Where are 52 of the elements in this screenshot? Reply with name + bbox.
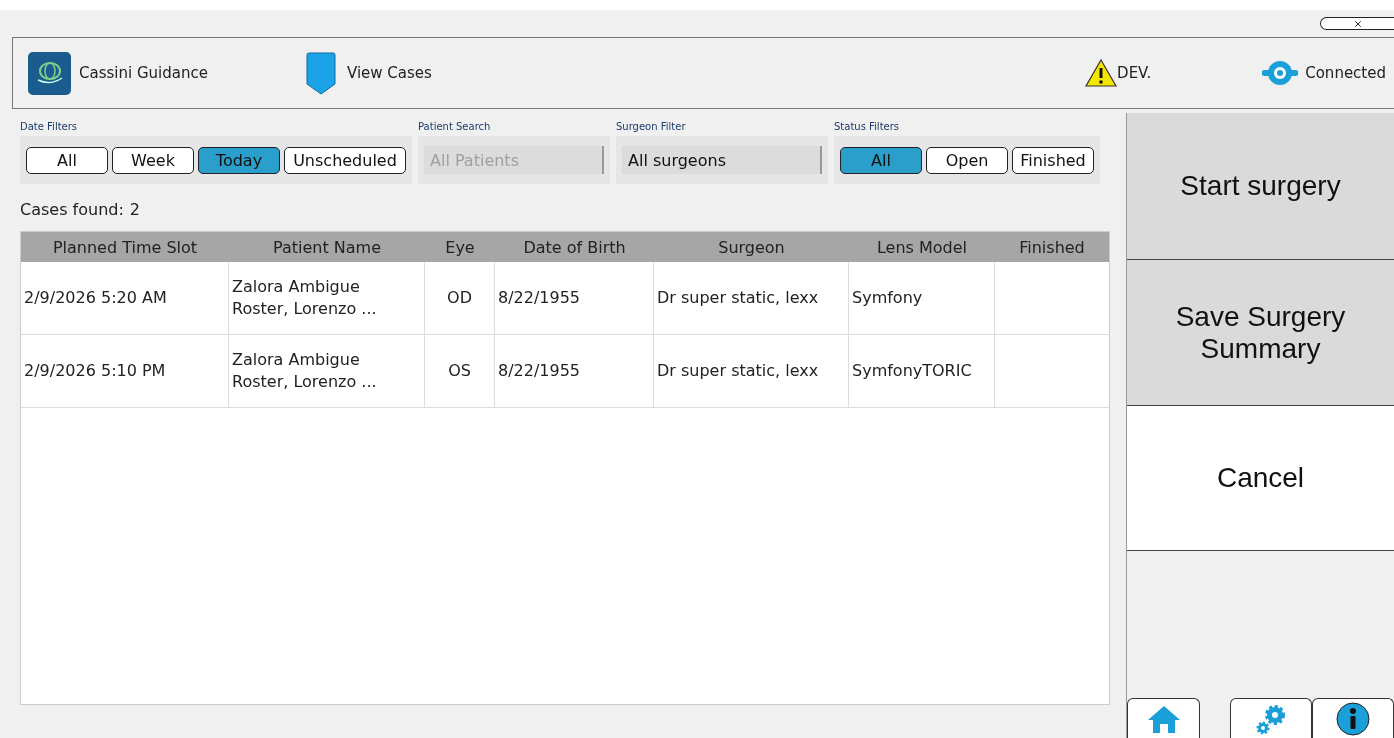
action-button[interactable]: Start surgery [1127,113,1394,259]
action-button[interactable]: Save Surgery Summary [1127,259,1394,405]
gears-icon [1255,702,1287,735]
table-cell: Symfony [849,262,995,334]
table-cell: Zalora Ambigue Roster, Lorenzo ... [229,262,425,334]
table-cell: 8/22/1955 [495,335,654,407]
app-name: Cassini Guidance [79,64,208,82]
status-filter-button[interactable]: Open [926,146,1008,174]
column-header: Date of Birth [522,236,627,259]
info-icon [1336,701,1370,736]
table-cell: Zalora Ambigue Roster, Lorenzo ... [229,335,425,407]
home-icon [1146,704,1181,733]
column-header: Patient Name [272,236,382,259]
globe-logo-icon [28,51,71,95]
table-cell: 8/22/1955 [495,262,654,334]
column-header: Lens Model [875,236,969,259]
table-cell: SymfonyTORIC [849,335,995,407]
column-header: Planned Time Slot [51,236,199,259]
date-filter-button[interactable]: Unscheduled [284,146,406,174]
environment-label: DEV. [1117,64,1152,82]
date-filter-button[interactable]: Week [112,146,194,174]
status-filter-button[interactable]: All [840,146,922,174]
cases-count: 2 [129,200,140,219]
column-header: Eye [444,236,476,259]
status-filter-button[interactable]: Finished [1012,146,1094,174]
filter-label: Patient Search [418,121,492,134]
info-button[interactable] [1312,698,1394,738]
connection-icon [1261,59,1300,87]
close-button[interactable] [1320,17,1394,30]
table-cell: 2/9/2026 5:20 AM [21,262,229,334]
close-icon [1352,18,1363,29]
cases-found-label: Cases found: [20,200,124,219]
column-header: Finished [1018,236,1086,259]
shield-icon [305,51,337,95]
action-button[interactable]: Cancel [1127,405,1394,551]
connection-status: Connected [1305,64,1386,82]
table-cell: Dr super static, lexx [654,262,849,334]
column-header: Surgeon [717,236,786,259]
table-cell: 2/9/2026 5:10 PM [21,335,229,407]
filter-label: Date Filters [20,121,79,134]
table-cell: OS [425,335,495,407]
warning-icon [1085,59,1118,87]
filter-label: Surgeon Filter [616,121,687,134]
surgeon-dropdown[interactable]: All surgeons [622,146,822,174]
view-title: View Cases [347,64,432,82]
settings-button[interactable] [1230,698,1312,738]
date-filter-button[interactable]: All [26,146,108,174]
filter-label: Status Filters [834,121,901,134]
home-button[interactable] [1127,698,1200,738]
date-filter-button[interactable]: Today [198,146,280,174]
table-cell: OD [425,262,495,334]
table-cell: Dr super static, lexx [654,335,849,407]
